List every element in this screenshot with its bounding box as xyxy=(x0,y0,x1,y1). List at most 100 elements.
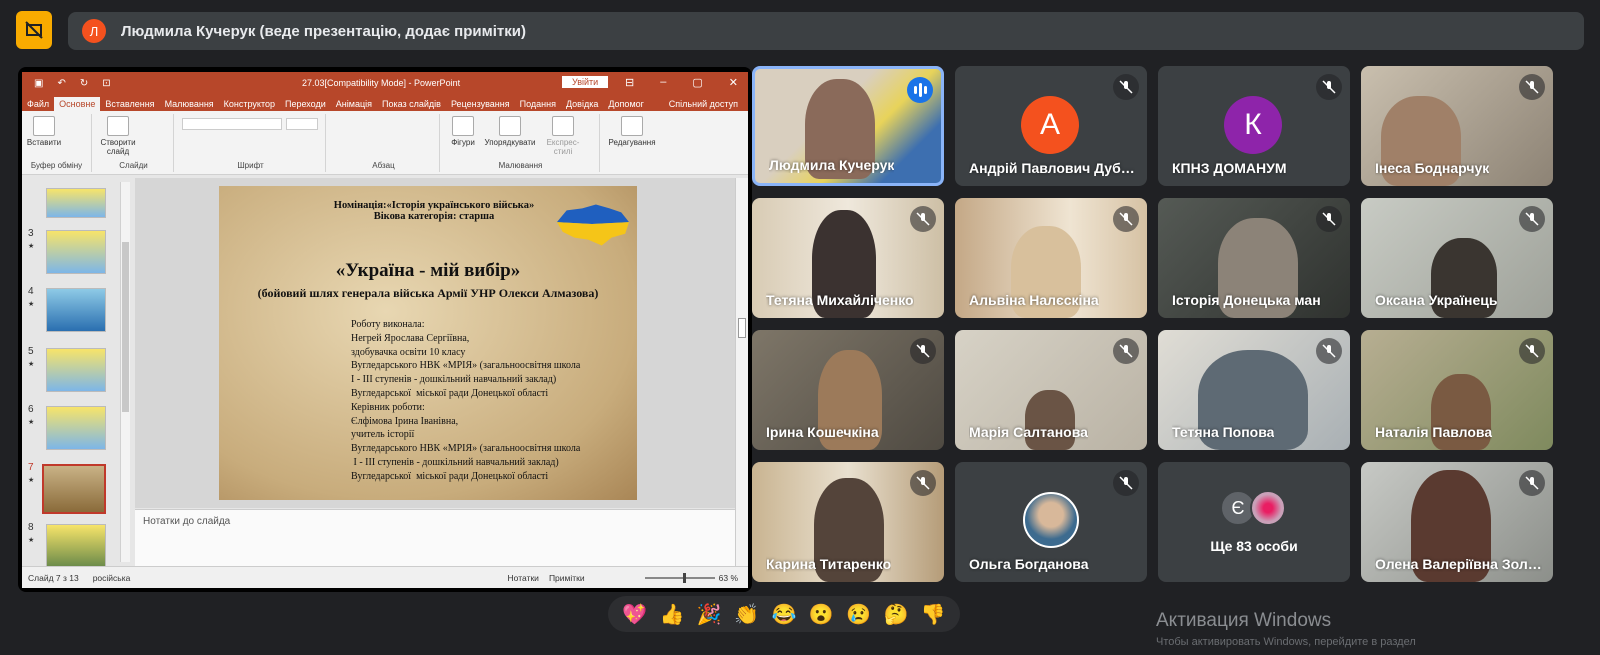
slide-thumb[interactable] xyxy=(46,230,106,274)
more-participants-tile[interactable]: Є Ще 83 особи xyxy=(1158,462,1350,582)
participant-tile[interactable]: Марія Салтанова xyxy=(955,330,1147,450)
participant-avatar: К xyxy=(1224,96,1282,154)
ukraine-map-icon xyxy=(556,204,630,246)
more-participants-label: Ще 83 особи xyxy=(1210,538,1298,554)
zoom-control[interactable]: 63 % xyxy=(644,572,738,583)
participant-tile[interactable]: Тетяна Попова xyxy=(1158,330,1350,450)
new-slide-button[interactable]: Створити слайд xyxy=(98,116,138,156)
slide-canvas: Номінація:«Історія українського війська»… xyxy=(135,178,735,508)
tab-draw[interactable]: Малювання xyxy=(160,97,219,111)
tab-design[interactable]: Конструктор xyxy=(219,97,280,111)
tab-view[interactable]: Подання xyxy=(515,97,561,111)
animation-star-icon: ★ xyxy=(28,243,35,250)
shapes-button[interactable]: Фігури xyxy=(446,116,480,147)
participant-name: Олена Валеріївна Зол… xyxy=(1375,556,1542,572)
arrange-button[interactable]: Упорядкувати xyxy=(482,116,538,147)
nomination-text: Номінація:«Історія українського війська» xyxy=(333,200,535,211)
participant-tile[interactable]: Олена Валеріївна Зол… xyxy=(1361,462,1553,582)
editing-button[interactable]: Редагування xyxy=(606,116,658,147)
save-icon[interactable]: ▣ xyxy=(34,78,43,89)
participant-tile[interactable]: Альвіна Налєскіна xyxy=(955,198,1147,318)
thinking-reaction[interactable]: 🤔 xyxy=(884,602,909,627)
tab-slideshow[interactable]: Показ слайдів xyxy=(377,97,446,111)
font-name-field[interactable] xyxy=(182,118,282,130)
close-icon[interactable]: ✕ xyxy=(729,76,738,89)
font-size-field[interactable] xyxy=(286,118,318,130)
slide-thumb[interactable] xyxy=(46,524,106,566)
clipboard-label: Буфер обміну xyxy=(30,161,83,170)
tab-home[interactable]: Основне xyxy=(54,97,101,111)
participant-tile[interactable]: Тетяна Михайліченко xyxy=(752,198,944,318)
slide-thumb[interactable] xyxy=(46,188,106,218)
sad-reaction[interactable]: 😢 xyxy=(846,602,871,627)
reactions-bar: 💖 👍 🎉 👏 😂 😮 😢 🤔 👎 xyxy=(608,596,960,632)
shapes-label: Фігури xyxy=(451,138,475,147)
notes-pane[interactable]: Нотатки до слайда xyxy=(135,509,735,566)
undo-icon[interactable]: ↶ xyxy=(57,78,65,89)
presenter-text: Людмила Кучерук (веде презентацію, додає… xyxy=(121,22,526,40)
clap-reaction[interactable]: 👏 xyxy=(734,602,759,627)
present-icon[interactable]: ⊡ xyxy=(102,78,110,89)
slide-counter: Слайд 7 з 13 xyxy=(28,572,79,583)
share-button[interactable]: Спільний доступ xyxy=(664,97,748,111)
slides-label: Слайди xyxy=(119,161,148,170)
participant-tile[interactable]: Карина Титаренко xyxy=(752,462,944,582)
laugh-reaction[interactable]: 😂 xyxy=(772,602,797,627)
participant-tile[interactable]: Ірина Кошечкіна xyxy=(752,330,944,450)
participant-tile[interactable]: Наталія Павлова xyxy=(1361,330,1553,450)
mic-off-icon xyxy=(1519,74,1545,100)
tab-insert[interactable]: Вставлення xyxy=(100,97,159,111)
thumbs-down-reaction[interactable]: 👎 xyxy=(921,602,946,627)
surprised-reaction[interactable]: 😮 xyxy=(809,602,834,627)
mic-off-icon xyxy=(1316,74,1342,100)
mic-off-icon xyxy=(1519,338,1545,364)
participant-tile[interactable]: Інеса Боднарчук xyxy=(1361,66,1553,186)
participant-name: Андрій Павлович Дуб… xyxy=(969,160,1135,176)
thumbnail-scrollbar[interactable] xyxy=(120,182,130,562)
tab-tell-me[interactable]: Допомог xyxy=(603,97,649,111)
mic-off-icon xyxy=(910,338,936,364)
sparkling-heart-reaction[interactable]: 💖 xyxy=(622,602,647,627)
slide-number: 4 xyxy=(28,286,34,297)
slide-thumbnails: 3 ★ 4 ★ 5 ★ 6 ★ 7 ★ 8 ★ xyxy=(22,178,134,566)
tab-help[interactable]: Довідка xyxy=(561,97,603,111)
quick-styles-button[interactable]: Експрес-стилі xyxy=(540,116,586,156)
status-bar: Слайд 7 з 13 російська Нотатки Примітки … xyxy=(22,566,748,588)
ribbon-options-icon[interactable]: ⊟ xyxy=(625,76,634,89)
minimize-icon[interactable]: – xyxy=(660,76,666,89)
participant-tile[interactable]: К КПНЗ ДОМАНУМ xyxy=(1158,66,1350,186)
participant-tile[interactable]: Історія Донецька ман xyxy=(1158,198,1350,318)
font-group: Шрифт xyxy=(176,114,326,172)
participant-tile[interactable]: А Андрій Павлович Дуб… xyxy=(955,66,1147,186)
tab-transitions[interactable]: Переходи xyxy=(280,97,331,111)
slide-thumb[interactable] xyxy=(46,288,106,332)
participant-name: Ольга Богданова xyxy=(969,556,1089,572)
paste-button[interactable]: Вставити xyxy=(26,116,62,147)
participant-tile[interactable]: Оксана Українець xyxy=(1361,198,1553,318)
tab-review[interactable]: Рецензування xyxy=(446,97,515,111)
participant-tile[interactable]: Ольга Богданова xyxy=(955,462,1147,582)
maximize-icon[interactable]: ▢ xyxy=(692,76,702,89)
font-label: Шрифт xyxy=(237,161,264,170)
arrange-icon xyxy=(499,116,521,136)
zoom-slider[interactable] xyxy=(644,572,715,583)
mic-off-icon xyxy=(1113,338,1139,364)
presentation-warning-button[interactable] xyxy=(16,11,52,49)
current-slide[interactable]: Номінація:«Історія українського війська»… xyxy=(219,186,637,500)
zoom-level: 63 % xyxy=(718,572,738,583)
participant-tile[interactable]: Людмила Кучерук xyxy=(752,66,944,186)
notes-toggle[interactable]: Нотатки xyxy=(508,573,539,583)
login-button[interactable]: Увійти xyxy=(562,76,609,88)
slide-thumb-selected[interactable] xyxy=(42,464,106,514)
slide-thumb[interactable] xyxy=(46,348,106,392)
slide-thumb[interactable] xyxy=(46,406,106,450)
thumbs-up-reaction[interactable]: 👍 xyxy=(660,602,685,627)
tab-file[interactable]: Файл xyxy=(22,97,54,111)
language-indicator[interactable]: російська xyxy=(93,573,131,583)
slide-number: 5 xyxy=(28,346,34,357)
party-reaction[interactable]: 🎉 xyxy=(697,602,722,627)
slide-scrollbar[interactable] xyxy=(735,178,748,566)
comments-toggle[interactable]: Примітки xyxy=(549,573,585,583)
redo-icon[interactable]: ↻ xyxy=(80,78,88,89)
tab-animations[interactable]: Анімація xyxy=(331,97,377,111)
